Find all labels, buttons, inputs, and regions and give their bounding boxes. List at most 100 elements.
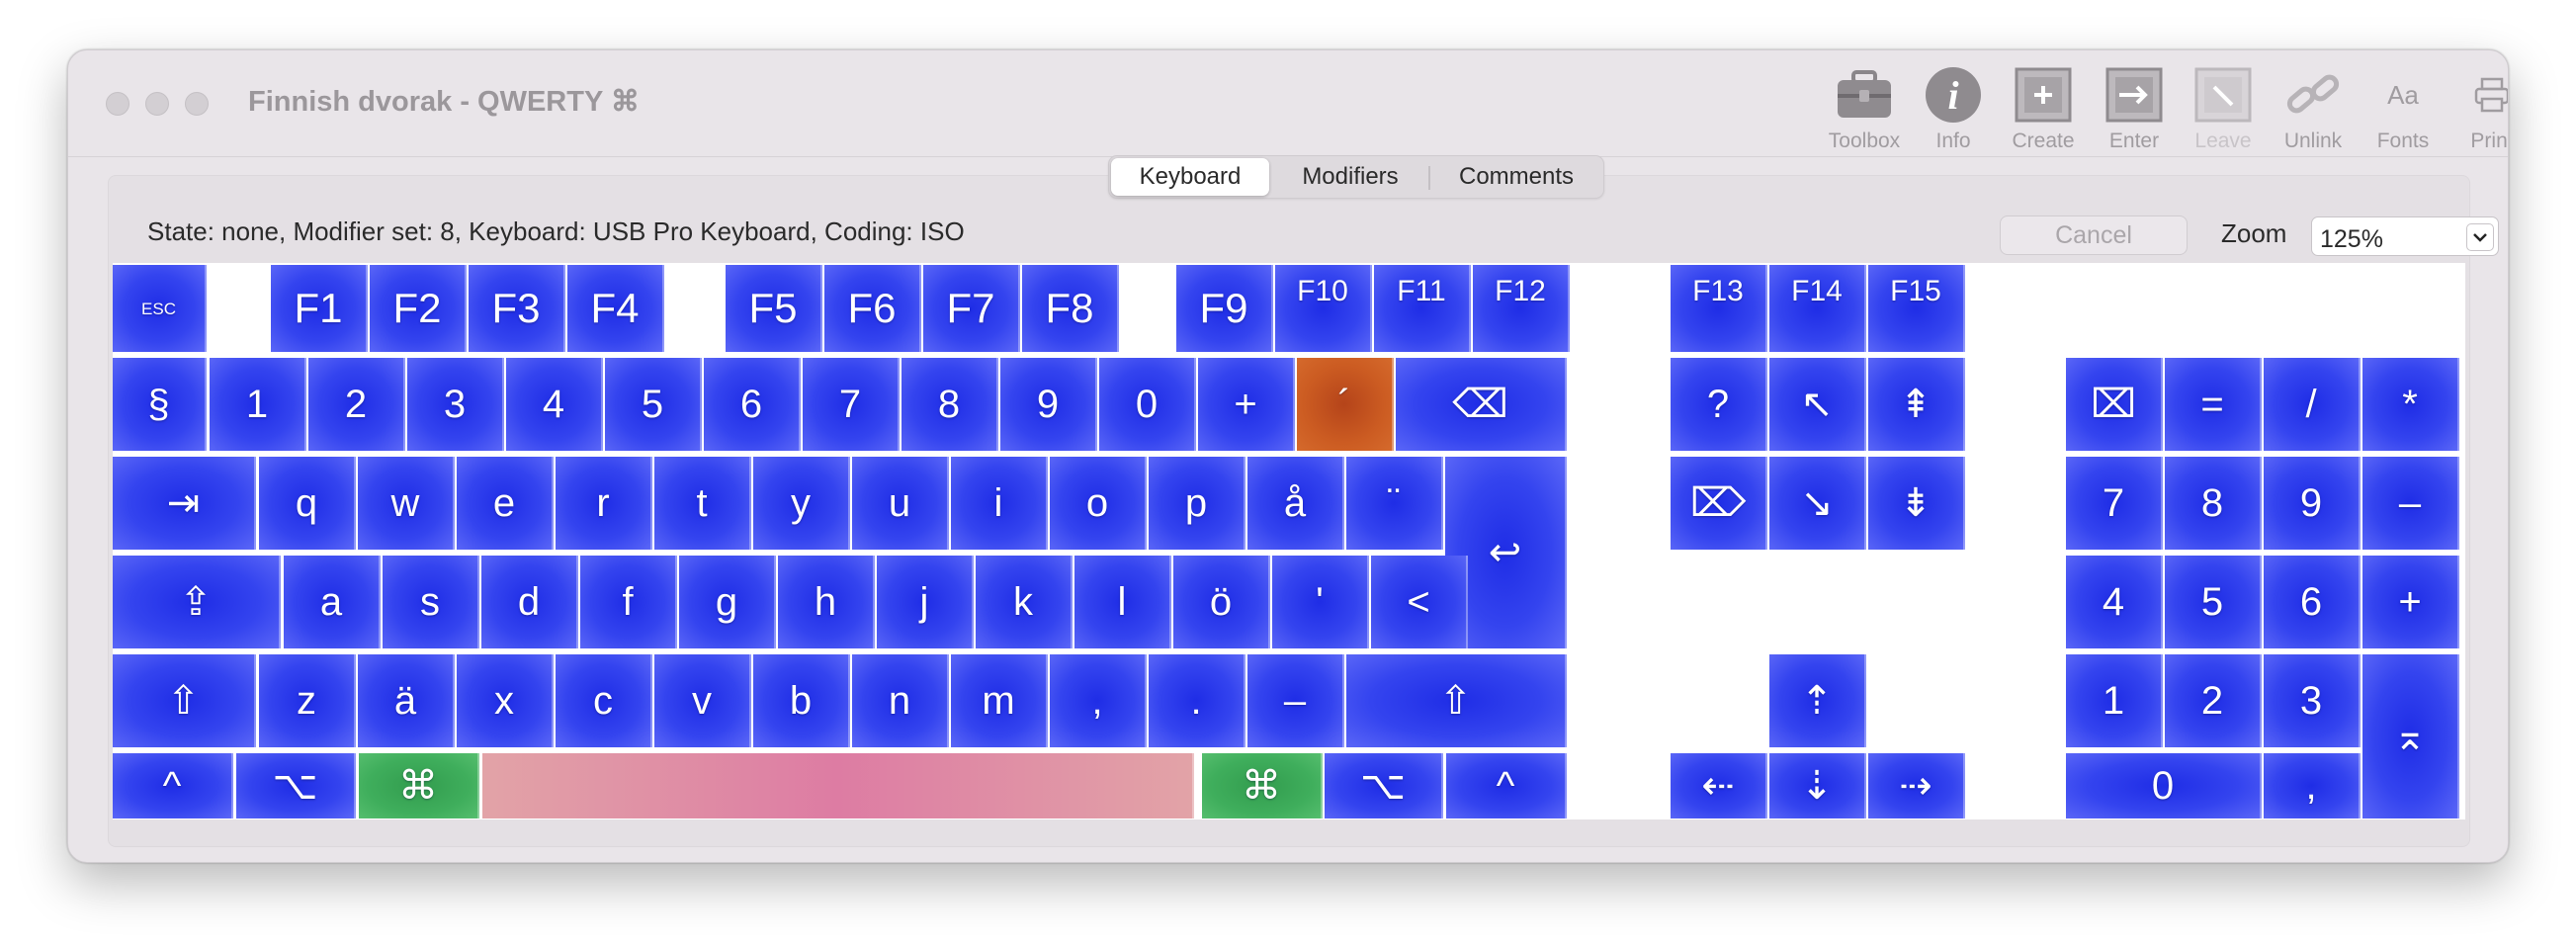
key-lctrl[interactable]: ^ [113,753,233,818]
key-apostrophe[interactable]: ' [1272,556,1369,648]
print-button[interactable]: Print [2447,64,2508,153]
key-kp-multiply[interactable]: * [2362,358,2459,451]
key-h[interactable]: h [778,556,875,648]
key-f8[interactable]: F8 [1022,265,1119,352]
key-9[interactable]: 9 [1000,358,1097,451]
key-f7[interactable]: F7 [923,265,1020,352]
key-rshift[interactable]: ⇧ [1346,654,1567,747]
key-x[interactable]: x [457,654,554,747]
cancel-button[interactable]: Cancel [2000,215,2188,255]
key-acute[interactable]: ´ [1297,358,1394,451]
key-j[interactable]: j [877,556,974,648]
key-kp-divide[interactable]: / [2264,358,2361,451]
key-end[interactable]: ↘ [1769,457,1866,550]
key-f5[interactable]: F5 [726,265,822,352]
key-f15[interactable]: F15 [1868,265,1965,352]
key-q[interactable]: q [259,457,356,550]
key-kp-equals[interactable]: = [2165,358,2262,451]
tab-modifiers[interactable]: Modifiers [1273,158,1427,196]
key-kp-3[interactable]: 3 [2264,654,2361,747]
key-kp-8[interactable]: 8 [2165,457,2262,550]
key-up[interactable]: ⇡ [1769,654,1866,747]
key-v[interactable]: v [654,654,751,747]
key-p[interactable]: p [1149,457,1245,550]
info-button[interactable]: i Info [1909,64,1998,153]
key-2[interactable]: 2 [308,358,405,451]
key-section[interactable]: § [113,358,207,451]
key-kp-9[interactable]: 9 [2264,457,2361,550]
key-y[interactable]: y [753,457,850,550]
key-kp-4[interactable]: 4 [2066,556,2163,648]
key-f6[interactable]: F6 [824,265,921,352]
key-s[interactable]: s [383,556,479,648]
key-kp-minus[interactable]: – [2362,457,2459,550]
key-lopt[interactable]: ⌥ [236,753,356,818]
key-f14[interactable]: F14 [1769,265,1866,352]
key-home[interactable]: ↖ [1769,358,1866,451]
key-kp-2[interactable]: 2 [2165,654,2262,747]
key-a[interactable]: a [284,556,381,648]
minimize-window-button[interactable] [145,92,169,116]
key-l[interactable]: l [1074,556,1171,648]
key-6[interactable]: 6 [704,358,801,451]
key-w[interactable]: w [358,457,455,550]
key-u[interactable]: u [852,457,949,550]
key-left[interactable]: ⇠ [1671,753,1767,818]
key-lcmd[interactable]: ⌘ [359,753,479,818]
zoom-window-button[interactable] [185,92,209,116]
key-g[interactable]: g [679,556,776,648]
key-c[interactable]: c [556,654,652,747]
key-lshift[interactable]: ⇧ [113,654,256,747]
key-m[interactable]: m [951,654,1048,747]
tab-comments[interactable]: Comments [1431,158,1601,196]
key-kp-comma[interactable]: , [2264,753,2361,818]
leave-button[interactable]: Leave [2179,64,2268,153]
key-f3[interactable]: F3 [469,265,565,352]
key-delete[interactable]: ⌫ [1396,358,1567,451]
unlink-button[interactable]: Unlink [2269,64,2358,153]
key-adiaeresis[interactable]: ä [358,654,455,747]
key-r[interactable]: r [556,457,652,550]
key-aring[interactable]: å [1247,457,1344,550]
key-kp-7[interactable]: 7 [2066,457,2163,550]
key-ropt[interactable]: ⌥ [1325,753,1443,818]
key-f11[interactable]: F11 [1374,265,1471,352]
key-k[interactable]: k [976,556,1073,648]
key-rctrl[interactable]: ^ [1446,753,1567,818]
key-4[interactable]: 4 [506,358,603,451]
key-8[interactable]: 8 [902,358,998,451]
key-kp-plus[interactable]: + [2362,556,2459,648]
key-kp-clear[interactable]: ⌧ [2066,358,2163,451]
key-1[interactable]: 1 [210,358,306,451]
key-o[interactable]: o [1050,457,1147,550]
key-f4[interactable]: F4 [567,265,664,352]
key-f13[interactable]: F13 [1671,265,1767,352]
key-period[interactable]: . [1149,654,1245,747]
key-pageup[interactable]: ⇞ [1868,358,1965,451]
key-f2[interactable]: F2 [370,265,467,352]
key-b[interactable]: b [753,654,850,747]
key-f12[interactable]: F12 [1473,265,1570,352]
key-space[interactable] [482,753,1194,818]
create-button[interactable]: Create [1999,64,2088,153]
key-0[interactable]: 0 [1099,358,1196,451]
key-e[interactable]: e [457,457,554,550]
zoom-select[interactable]: 125% [2311,216,2499,256]
key-5[interactable]: 5 [605,358,702,451]
key-kp-1[interactable]: 1 [2066,654,2163,747]
key-esc[interactable]: ESC [113,265,207,352]
key-kp-5[interactable]: 5 [2165,556,2262,648]
key-d[interactable]: d [481,556,578,648]
key-f10[interactable]: F10 [1275,265,1372,352]
key-kp-6[interactable]: 6 [2264,556,2361,648]
toolbox-button[interactable]: Toolbox [1820,64,1909,153]
key-capslock[interactable]: ⇪ [113,556,281,648]
tab-keyboard[interactable]: Keyboard [1111,158,1269,196]
key-f1[interactable]: F1 [271,265,368,352]
key-3[interactable]: 3 [407,358,504,451]
close-window-button[interactable] [106,92,129,116]
key-rcmd[interactable]: ⌘ [1202,753,1323,818]
key-diaeresis[interactable]: ¨ [1346,457,1443,550]
key-n[interactable]: n [852,654,949,747]
key-kp-0[interactable]: 0 [2066,753,2262,818]
